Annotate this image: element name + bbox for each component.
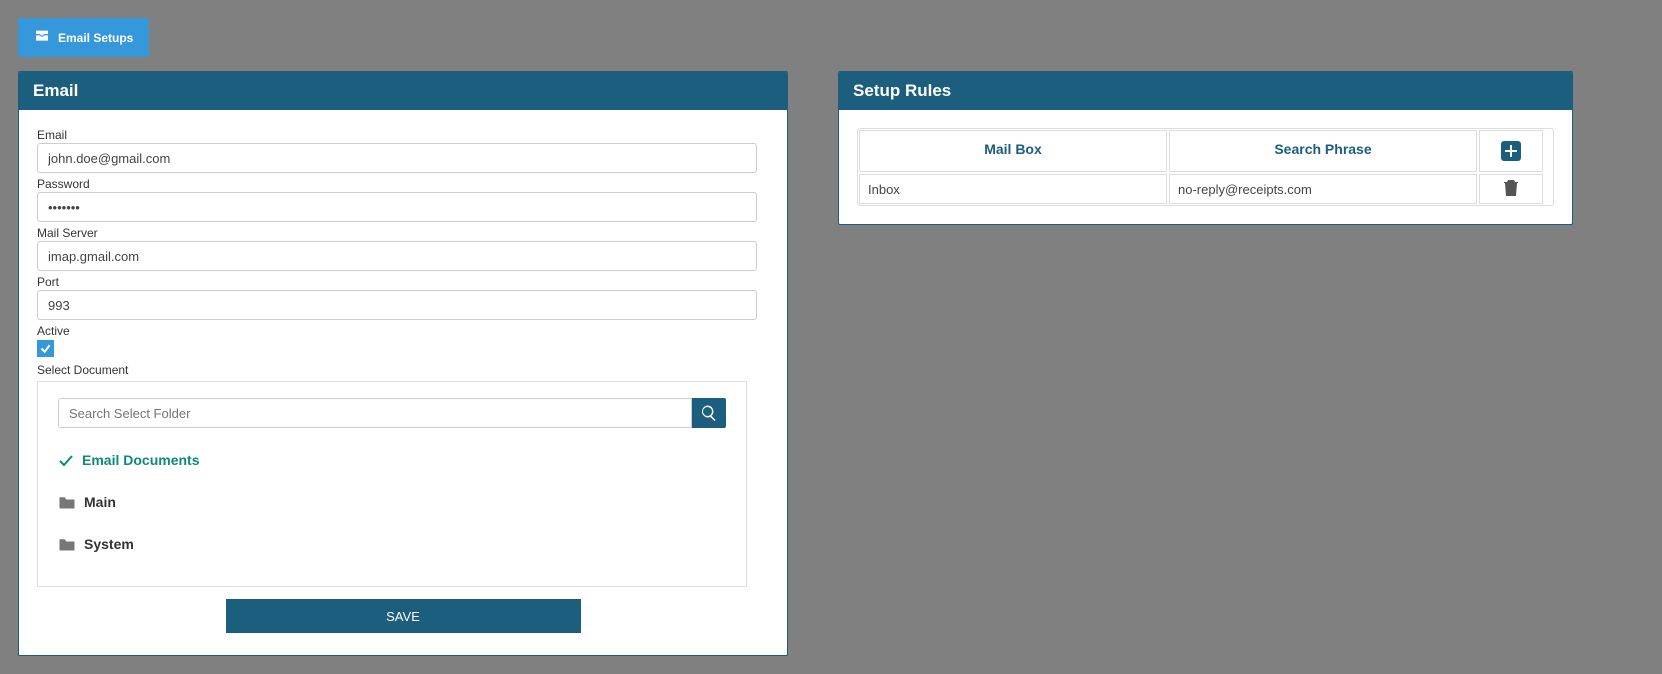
folder-icon: [58, 537, 76, 552]
folder-icon: [58, 495, 76, 510]
tree-item-label: Main: [84, 494, 116, 510]
col-header-mailbox: Mail Box: [859, 130, 1167, 172]
rules-table: Mail Box Search Phrase: [857, 128, 1554, 206]
mailserver-label: Mail Server: [37, 226, 769, 240]
select-document-label: Select Document: [37, 363, 769, 377]
folder-picker: Email Documents Main System: [37, 381, 747, 587]
mailserver-input[interactable]: [37, 241, 757, 271]
password-label: Password: [37, 177, 769, 191]
search-icon: [700, 404, 718, 422]
tree-item-selected[interactable]: Email Documents: [58, 442, 726, 478]
rules-panel: Setup Rules Mail Box Search Phrase: [838, 71, 1573, 225]
delete-rule-button[interactable]: [1503, 179, 1519, 200]
add-rule-button[interactable]: [1501, 141, 1521, 161]
email-setups-button[interactable]: Email Setups: [18, 18, 149, 57]
email-panel-title: Email: [19, 72, 787, 110]
email-label: Email: [37, 128, 769, 142]
active-label: Active: [37, 324, 769, 338]
tree-item-label: System: [84, 536, 134, 552]
tree-item-main[interactable]: Main: [58, 484, 726, 520]
email-input[interactable]: [37, 143, 757, 173]
active-checkbox[interactable]: [37, 340, 54, 357]
col-header-action: [1479, 130, 1543, 172]
port-label: Port: [37, 275, 769, 289]
tree-item-label: Email Documents: [82, 452, 199, 468]
password-input[interactable]: [37, 192, 757, 222]
email-panel: Email Email Password Mail Server Port Ac…: [18, 71, 788, 656]
save-button[interactable]: SAVE: [226, 599, 581, 633]
inbox-icon: [34, 28, 50, 47]
port-input[interactable]: [37, 290, 757, 320]
plus-icon: [1505, 145, 1517, 157]
mailbox-input[interactable]: [860, 175, 1166, 203]
col-header-phrase: Search Phrase: [1169, 130, 1477, 172]
tree-item-system[interactable]: System: [58, 526, 726, 562]
email-setups-label: Email Setups: [58, 31, 133, 45]
folder-search-button[interactable]: [692, 398, 726, 428]
rules-panel-title: Setup Rules: [839, 72, 1572, 110]
trash-icon: [1503, 179, 1519, 197]
folder-search-input[interactable]: [58, 398, 692, 428]
check-icon: [39, 342, 52, 355]
table-row: [858, 173, 1553, 205]
phrase-input[interactable]: [1170, 175, 1476, 203]
check-icon: [58, 452, 74, 468]
